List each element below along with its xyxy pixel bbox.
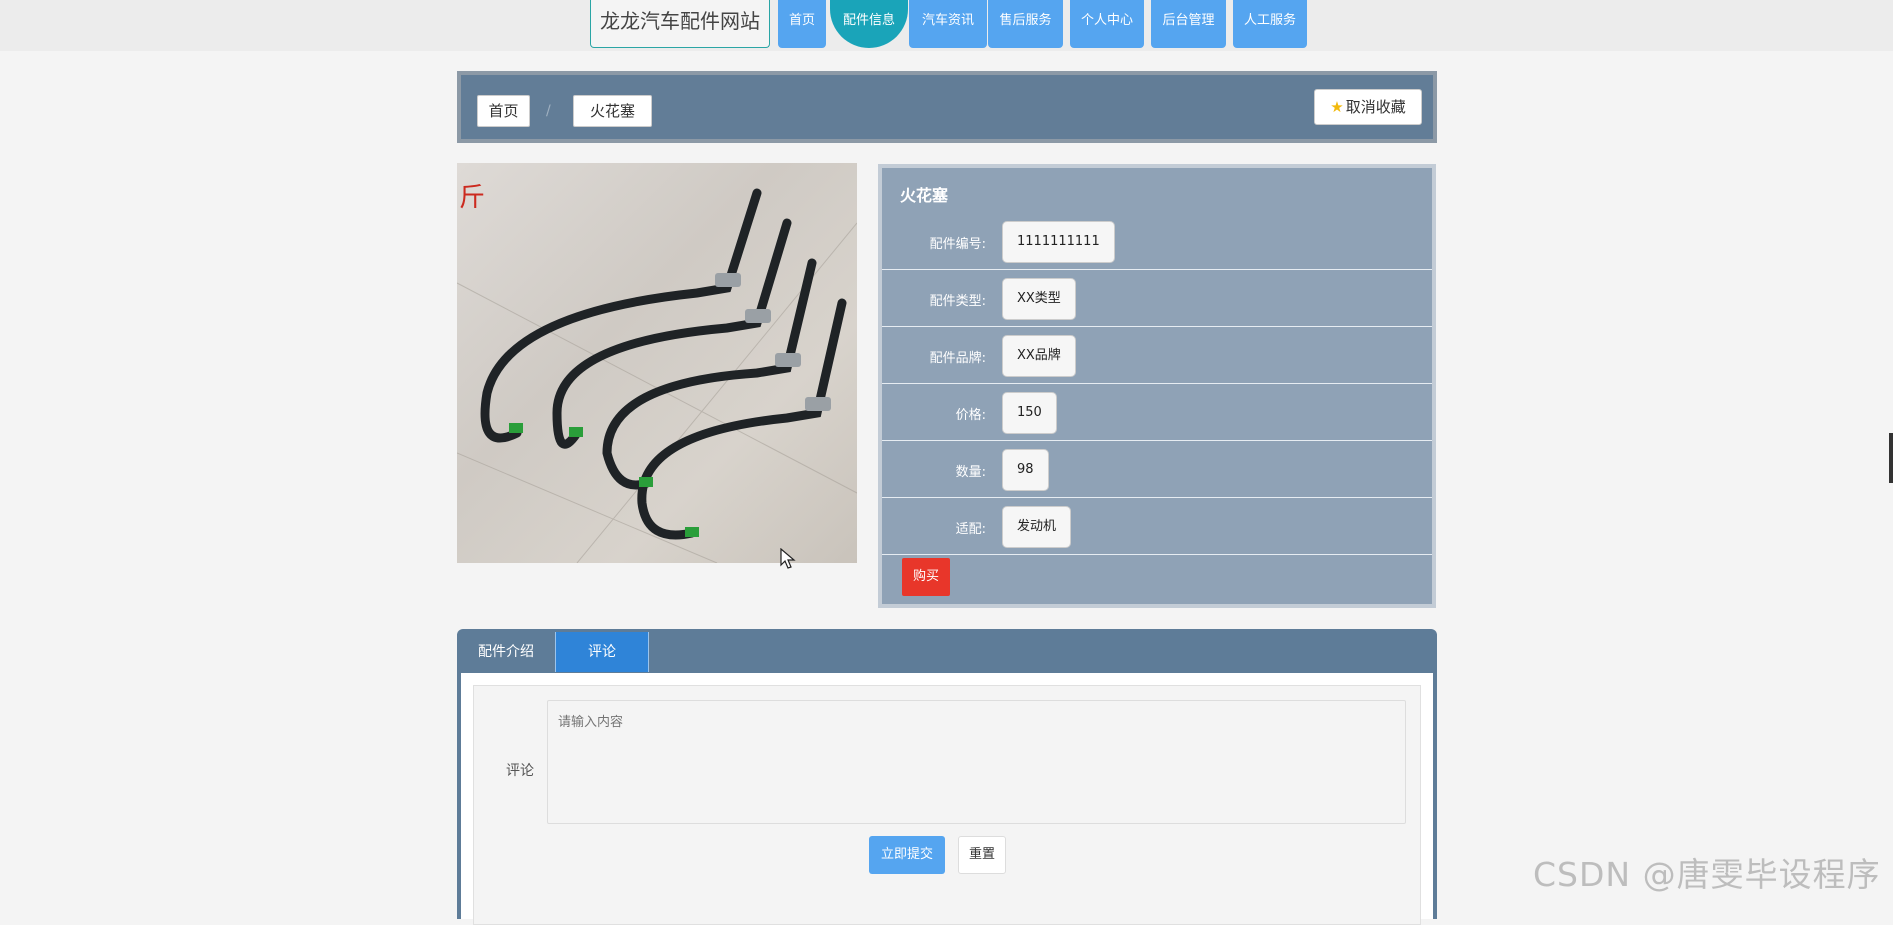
unfavorite-button[interactable]: ★ 取消收藏 bbox=[1314, 89, 1422, 125]
scrollbar-thumb[interactable] bbox=[1889, 433, 1893, 483]
tab-comments[interactable]: 评论 bbox=[555, 632, 649, 672]
info-row-price: 价格: 150 bbox=[882, 384, 1432, 441]
top-nav-bar: 龙龙汽车配件网站 首页 配件信息 汽车资讯 售后服务 个人中心 后台管理 人工服… bbox=[0, 0, 1893, 51]
comment-input[interactable] bbox=[547, 700, 1406, 824]
reset-button[interactable]: 重置 bbox=[958, 836, 1006, 874]
info-value: 1111111111 bbox=[1002, 221, 1115, 263]
info-label: 配件编号: bbox=[929, 237, 986, 252]
product-name: 火花塞 bbox=[900, 186, 949, 205]
breadcrumb: 首页 / 火花塞 ★ 取消收藏 bbox=[457, 71, 1437, 143]
info-value: XX品牌 bbox=[1002, 335, 1076, 377]
tab-part-intro[interactable]: 配件介绍 bbox=[457, 632, 555, 672]
info-value: 150 bbox=[1002, 392, 1057, 434]
info-label: 配件类型: bbox=[929, 294, 986, 309]
csdn-watermark: CSDN @唐雯毕设程序 bbox=[1533, 855, 1881, 894]
nav-item-home[interactable]: 首页 bbox=[778, 0, 826, 48]
info-label: 价格: bbox=[955, 408, 986, 423]
product-image: 斤 bbox=[457, 163, 857, 563]
unfavorite-label: 取消收藏 bbox=[1345, 98, 1406, 116]
comment-label: 评论 bbox=[506, 763, 534, 779]
info-row-fitment: 适配: 发动机 bbox=[882, 498, 1432, 555]
info-row-quantity: 数量: 98 bbox=[882, 441, 1432, 498]
submit-button[interactable]: 立即提交 bbox=[869, 836, 945, 874]
info-label: 适配: bbox=[955, 522, 986, 537]
image-watermark-text: 斤 bbox=[459, 183, 486, 213]
product-info-panel: 火花塞 配件编号: 1111111111 配件类型: XX类型 配件品牌: XX… bbox=[878, 164, 1436, 608]
nav-item-car-news[interactable]: 汽车资讯 bbox=[909, 0, 987, 48]
info-value: 发动机 bbox=[1002, 506, 1072, 548]
breadcrumb-home[interactable]: 首页 bbox=[477, 95, 530, 127]
nav-item-after-sales[interactable]: 售后服务 bbox=[988, 0, 1063, 48]
info-row-part-number: 配件编号: 1111111111 bbox=[882, 213, 1432, 270]
star-icon: ★ bbox=[1330, 98, 1344, 116]
nav-item-admin[interactable]: 后台管理 bbox=[1151, 0, 1226, 48]
info-label: 数量: bbox=[955, 465, 986, 480]
mouse-cursor-icon bbox=[780, 548, 796, 569]
nav-item-user-center[interactable]: 个人中心 bbox=[1070, 0, 1144, 48]
info-row-part-type: 配件类型: XX类型 bbox=[882, 270, 1432, 327]
tab-content: 评论 立即提交 重置 bbox=[461, 673, 1433, 925]
breadcrumb-current[interactable]: 火花塞 bbox=[573, 95, 652, 127]
breadcrumb-separator: / bbox=[546, 103, 551, 119]
nav-item-parts-info[interactable]: 配件信息 bbox=[830, 0, 908, 48]
info-label: 配件品牌: bbox=[929, 351, 986, 366]
info-value: XX类型 bbox=[1002, 278, 1076, 320]
buy-button[interactable]: 购买 bbox=[902, 558, 950, 596]
site-title[interactable]: 龙龙汽车配件网站 bbox=[590, 0, 770, 48]
info-value: 98 bbox=[1002, 449, 1049, 491]
nav-item-customer-service[interactable]: 人工服务 bbox=[1233, 0, 1307, 48]
comment-form: 评论 立即提交 重置 bbox=[473, 685, 1421, 925]
detail-tabs: 配件介绍 评论 评论 立即提交 重置 bbox=[457, 629, 1437, 925]
brake-hose-illustration bbox=[457, 188, 857, 563]
info-row-brand: 配件品牌: XX品牌 bbox=[882, 327, 1432, 384]
